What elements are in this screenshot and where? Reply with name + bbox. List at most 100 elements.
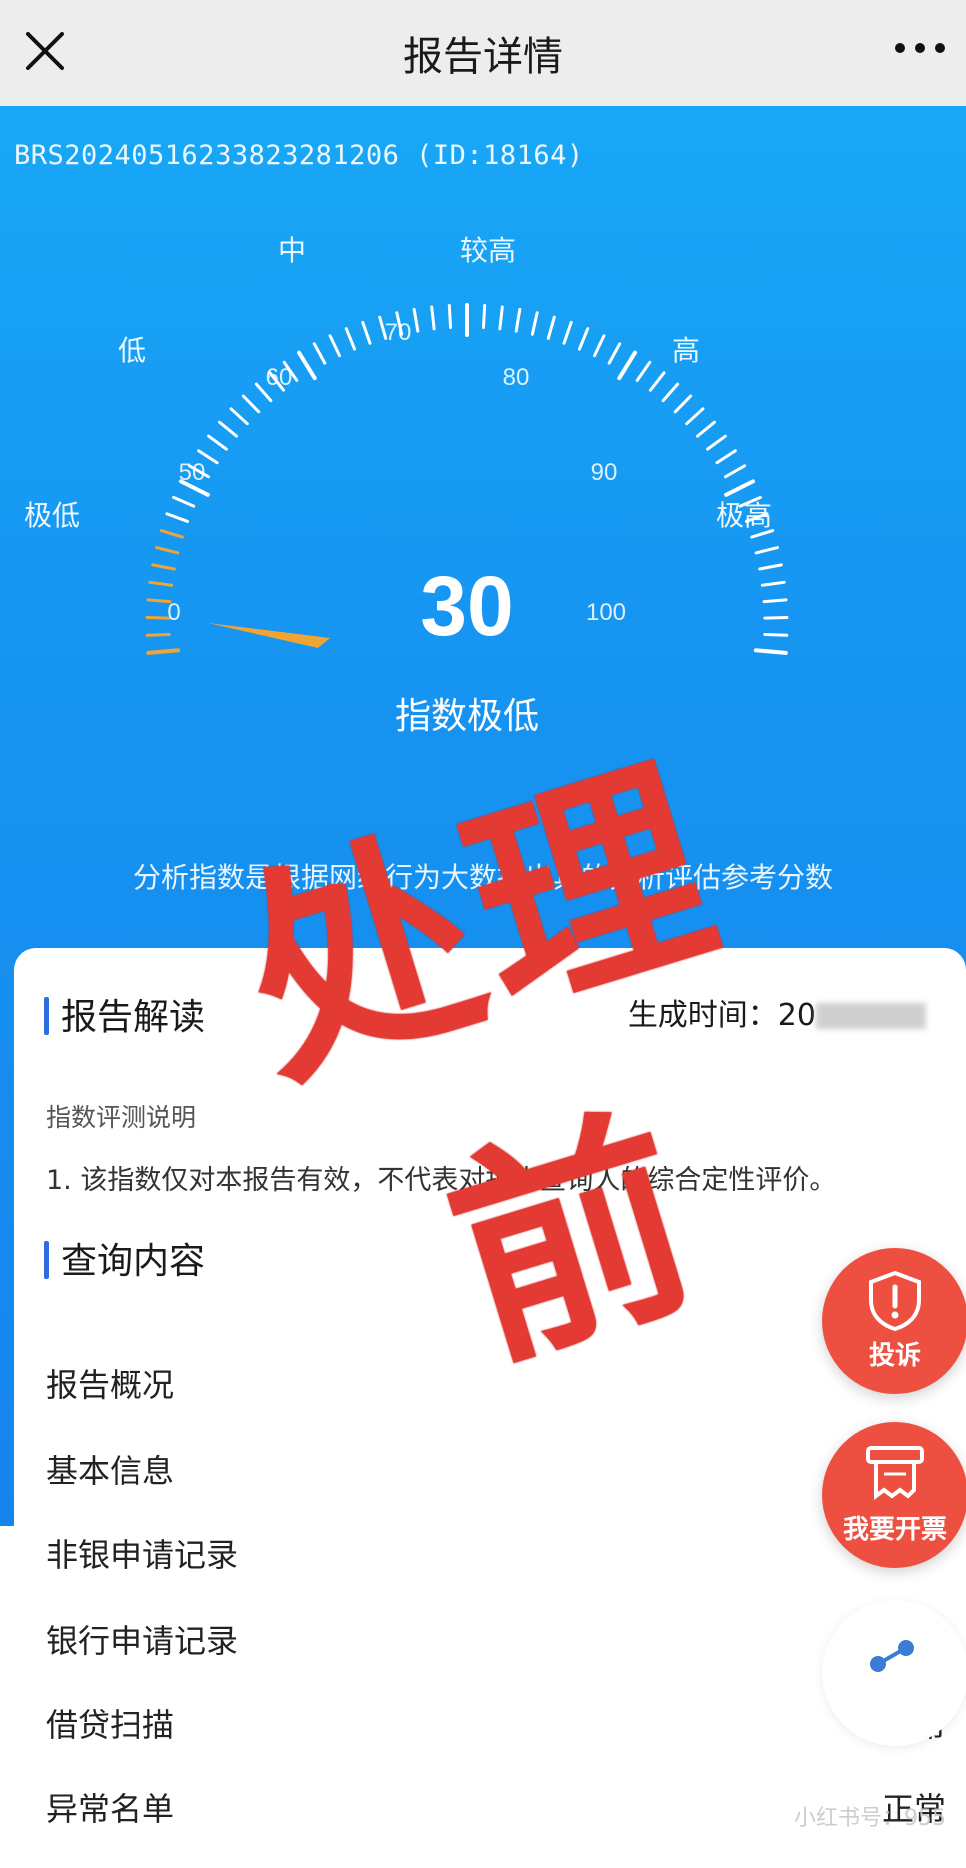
gauge-tick [312, 342, 327, 365]
query-row[interactable]: 基本信息 [46, 1446, 946, 1492]
gauge-tick [546, 315, 556, 340]
gauge-tick [648, 371, 666, 392]
gauge-tick [753, 648, 788, 655]
description-header: 指数评测说明 [46, 1103, 197, 1132]
gauge-scale-labels: 0 50 60 70 80 90 100 [167, 319, 626, 626]
gauge-tick [530, 311, 539, 336]
gauge-tick [607, 342, 622, 365]
gauge-zone-labels: 极低 低 中 较高高极高 [24, 234, 772, 532]
gauge-tick [344, 327, 357, 351]
gauge-tick [754, 546, 779, 555]
gauge-tick [758, 563, 783, 571]
gauge-tick [217, 420, 239, 438]
invoice-label: 我要开票 [842, 1515, 947, 1545]
report-card: 报告解读 生成时间：20 指数评测说明 1. 该指数仅对本报告有效，不代表对报告… [14, 948, 966, 1868]
gauge-zone-label: 低 [118, 334, 146, 367]
gauge-status: 指数极低 [395, 696, 539, 737]
gauge-tick [412, 307, 420, 333]
description-line: 1. 该指数仅对本报告有效，不代表对报告查询人的综合定性评价。 [46, 1165, 837, 1196]
gauge-tick [172, 495, 196, 508]
redacted-value [816, 1003, 926, 1029]
gauge-tick [617, 350, 637, 381]
gauge-tick [328, 334, 341, 358]
more-dots-icon[interactable] [892, 36, 948, 60]
gauge-tick [447, 303, 453, 329]
complaint-button[interactable]: 投诉 [822, 1248, 966, 1394]
invoice-button[interactable]: 我要开票 [822, 1422, 966, 1568]
watermark: 小红书号：955 [794, 1806, 946, 1831]
generated-time-label: 生成时间：20 [627, 998, 816, 1033]
report-number: BRS20240516233823281206 (ID:18164) [14, 140, 584, 171]
gauge-tick [695, 420, 717, 438]
gauge-tick [165, 512, 190, 523]
gauge-tick [715, 449, 737, 465]
gauge-scale-label: 100 [586, 599, 626, 626]
gauge-score: 30 [420, 559, 513, 653]
gauge-tick [148, 580, 174, 587]
gauge-tick [481, 303, 487, 329]
section-query: 查询内容 [44, 1232, 205, 1284]
gauge-tick [207, 434, 228, 451]
page-title: 报告详情 [403, 34, 563, 80]
gauge-scale-label: 0 [167, 599, 180, 626]
score-gauge: 极低 低 中 较高高极高 0 50 60 70 80 90 100 30 指数极低 [24, 234, 789, 737]
gauge-tick [562, 320, 573, 345]
gauge-tick [151, 563, 176, 571]
gauge-tick [763, 633, 789, 637]
gauge-tick [635, 360, 652, 382]
query-row-label: 银行申请记录 [46, 1622, 239, 1660]
shield-alert-icon [869, 1270, 921, 1332]
gauge-tick [724, 479, 755, 497]
gauge-tick [577, 327, 590, 351]
query-row-label: 异常名单 [46, 1790, 175, 1828]
query-row[interactable]: 非银申请记录 [46, 1530, 946, 1576]
section-title: 查询内容 [61, 1241, 206, 1282]
query-row[interactable]: 借贷扫描 正常 [46, 1700, 946, 1746]
gauge-scale-label: 60 [266, 364, 293, 391]
score-explanation: 分析指数是根据网络行为大数据出具的分析评估参考分数 [132, 861, 833, 894]
gauge-tick [155, 546, 180, 555]
gauge-scale-label: 90 [591, 459, 618, 486]
gauge-tick [430, 305, 436, 331]
gauge-tick [724, 464, 747, 479]
gauge-tick [241, 394, 261, 414]
gauge-tick [361, 320, 372, 345]
gauge-zone-label: 极低 [24, 499, 80, 532]
query-row[interactable]: 报告概况 [46, 1360, 946, 1406]
gauge-tick [763, 616, 789, 620]
section-accent-bar [44, 1241, 49, 1279]
share-button[interactable] [822, 1600, 966, 1746]
gauge-tick [145, 616, 171, 620]
gauge-tick [159, 529, 184, 539]
query-row-label: 借贷扫描 [46, 1706, 175, 1744]
query-row-label: 非银申请记录 [46, 1536, 239, 1574]
gauge-tick [762, 598, 788, 604]
gauge-scale-label: 50 [179, 459, 206, 486]
gauge-tick [498, 305, 504, 331]
gauge-tick [514, 307, 522, 333]
generated-time: 生成时间：20 [628, 990, 926, 1034]
section-accent-bar [44, 997, 49, 1035]
gauge-tick [297, 350, 317, 381]
section-interpretation: 报告解读 [44, 988, 205, 1040]
gauge-tick [146, 648, 181, 655]
gauge-zone-label: 极高 [716, 499, 772, 532]
gauge-tick [145, 633, 171, 637]
query-row-label: 基本信息 [46, 1452, 175, 1490]
share-icon [870, 1640, 914, 1672]
receipt-icon [866, 1446, 924, 1500]
gauge-zone-label: 中 [278, 234, 306, 267]
query-row[interactable]: 银行申请记录 [46, 1616, 946, 1662]
gauge-tick [593, 334, 606, 358]
gauge-tick [685, 407, 705, 426]
gauge-scale-label: 80 [503, 364, 530, 391]
gauge-tick [229, 407, 249, 426]
complaint-label: 投诉 [868, 1341, 921, 1371]
gauge-needle [208, 623, 330, 648]
gauge-tick [661, 382, 680, 403]
gauge-zone-label: 较高 [460, 234, 516, 267]
gauge-zone-label: 高 [672, 334, 700, 367]
gauge-tick [673, 394, 693, 414]
nav-bar: 报告详情 [0, 0, 966, 106]
gauge-tick [760, 580, 786, 587]
